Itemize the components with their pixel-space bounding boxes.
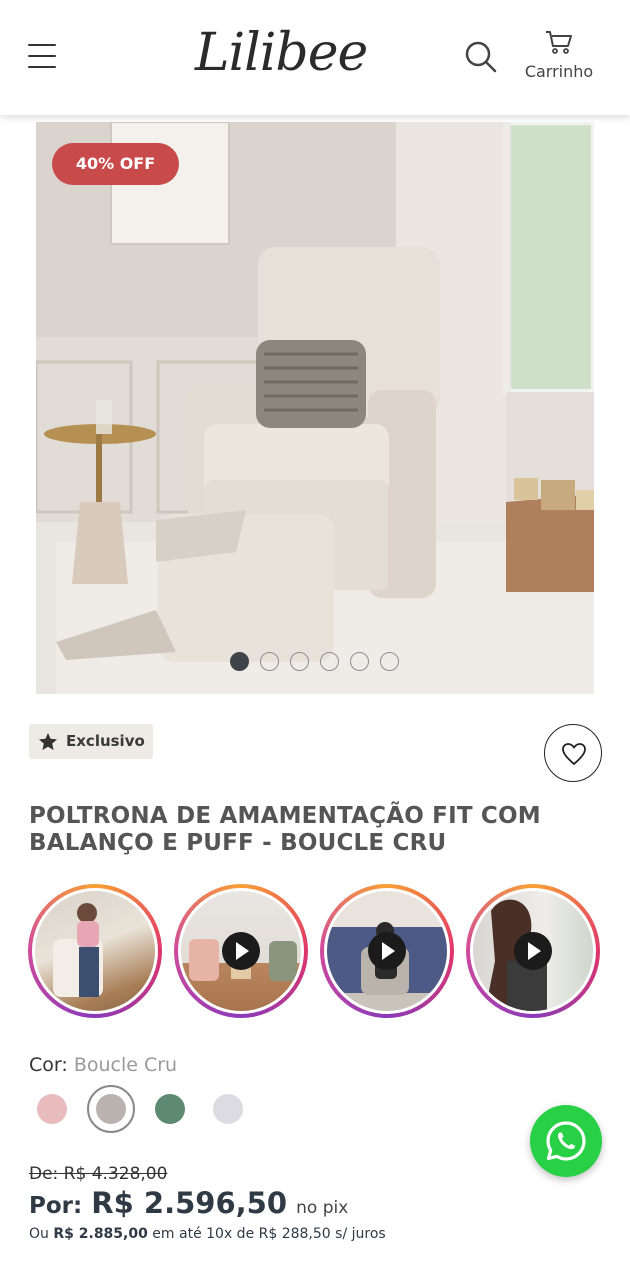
- carousel-dot[interactable]: [290, 652, 309, 671]
- color-swatch-boucle-cru[interactable]: [96, 1094, 126, 1124]
- price-label: Por:: [29, 1193, 83, 1219]
- whatsapp-button[interactable]: [530, 1105, 602, 1177]
- logo[interactable]: Lilibee: [195, 18, 368, 88]
- selected-color: Boucle Cru: [73, 1054, 178, 1076]
- star-icon: [39, 733, 57, 750]
- story-thumbnail[interactable]: [28, 884, 162, 1018]
- story-thumbnail[interactable]: [466, 884, 600, 1018]
- story-thumbnail[interactable]: [174, 884, 308, 1018]
- color-swatch-green[interactable]: [155, 1094, 185, 1124]
- price-amount: R$ 2.596,50: [91, 1186, 288, 1220]
- installment-info: Ou R$ 2.885,00 em até 10x de R$ 288,50 s…: [29, 1226, 386, 1242]
- carousel-dot[interactable]: [380, 652, 399, 671]
- play-icon[interactable]: [368, 932, 406, 970]
- original-price: De: R$ 4.328,00: [29, 1164, 168, 1184]
- installment-prefix: Ou: [29, 1226, 49, 1242]
- pix-label: no pix: [296, 1198, 349, 1218]
- color-swatch-pink[interactable]: [37, 1094, 67, 1124]
- cart-icon: [546, 31, 572, 54]
- exclusive-label: Exclusivo: [66, 732, 145, 750]
- installment-details: em até 10x de R$ 288,50 s/ juros: [152, 1226, 386, 1242]
- carousel-dot[interactable]: [350, 652, 369, 671]
- header: Lilibee Carrinho: [0, 0, 630, 115]
- product-image[interactable]: [36, 122, 594, 694]
- play-icon[interactable]: [514, 932, 552, 970]
- wishlist-button[interactable]: [544, 724, 602, 782]
- heart-icon: [562, 743, 586, 766]
- exclusive-badge: Exclusivo: [29, 724, 153, 759]
- color-swatch-gray[interactable]: [213, 1094, 243, 1124]
- carousel-dot[interactable]: [260, 652, 279, 671]
- color-label: Cor:: [29, 1054, 68, 1076]
- product-title: POLTRONA DE AMAMENTAÇÃO FIT COM BALANÇO …: [29, 803, 541, 856]
- cart-label: Carrinho: [524, 62, 594, 81]
- search-icon[interactable]: [464, 40, 498, 74]
- hamburger-menu-icon[interactable]: [28, 42, 58, 72]
- cart-button[interactable]: Carrinho: [518, 30, 600, 88]
- play-icon[interactable]: [222, 932, 260, 970]
- story-thumbnail[interactable]: [320, 884, 454, 1018]
- carousel-dot[interactable]: [320, 652, 339, 671]
- current-price: Por: R$ 2.596,50 no pix: [29, 1186, 348, 1220]
- discount-badge: 40% OFF: [52, 143, 179, 185]
- carousel-dot[interactable]: [230, 652, 249, 671]
- color-selector-label: Cor: Boucle Cru: [29, 1054, 177, 1076]
- installment-total: R$ 2.885,00: [53, 1226, 148, 1242]
- whatsapp-icon: [546, 1121, 586, 1161]
